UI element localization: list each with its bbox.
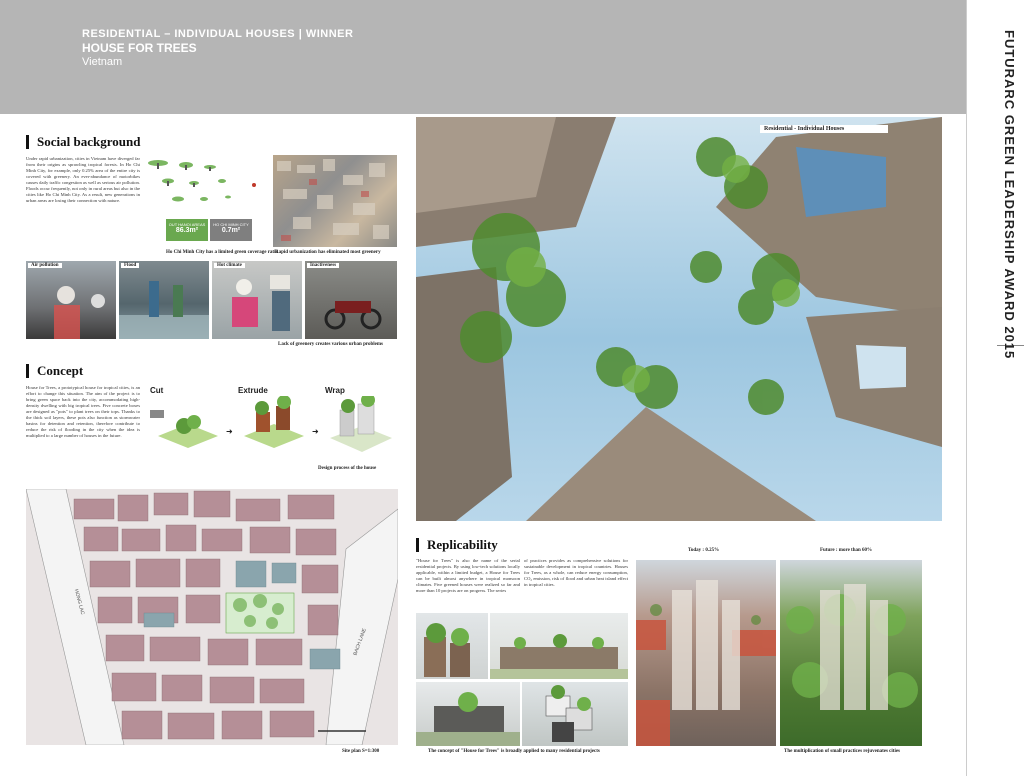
caption-design-process: Design process of the house bbox=[318, 466, 377, 471]
main-photo-label: Residential - Individual Houses bbox=[760, 125, 888, 133]
main-photo-looking-up: Residential - Individual Houses bbox=[416, 117, 942, 521]
step-extrude: Extrude bbox=[238, 386, 268, 395]
concept-text: House for Trees, a prototypical house fo… bbox=[26, 385, 140, 438]
replicability-text-col2: of practices provides as comprehensive s… bbox=[524, 558, 628, 587]
award-category: RESIDENTIAL – INDIVIDUAL HOUSES | WINNER bbox=[82, 28, 354, 40]
stat-box-hcmc: HO CHI MINH CITY 0.7m² bbox=[210, 219, 252, 241]
replicability-text-col1: "House for Trees" is also the name of th… bbox=[416, 558, 520, 593]
social-heading: Social background bbox=[26, 135, 140, 149]
replicability-heading: Replicability bbox=[416, 538, 498, 552]
project-photo-2 bbox=[490, 613, 628, 679]
photo-hot-climate: Hot climate bbox=[212, 261, 302, 339]
social-text: Under rapid urbanization, cities in Viet… bbox=[26, 156, 140, 203]
caption-concept-applied: The concept of "House for Trees" is broa… bbox=[428, 749, 600, 754]
project-photo-1 bbox=[416, 613, 488, 679]
step-wrap: Wrap bbox=[325, 386, 345, 395]
city-today-photo bbox=[636, 560, 776, 746]
award-status: WINNER bbox=[305, 28, 354, 40]
project-location: Vietnam bbox=[82, 56, 123, 68]
city-future-photo bbox=[780, 560, 922, 746]
caption-green-coverage: Ho Chi Minh City has a limited green cov… bbox=[166, 250, 278, 255]
header-band: RESIDENTIAL – INDIVIDUAL HOUSES | WINNER… bbox=[0, 0, 966, 114]
design-process-diagram: ➜ ➜ bbox=[150, 396, 392, 452]
divider-line bbox=[966, 0, 967, 776]
label-future: Future : more than 60% bbox=[820, 548, 873, 553]
city-texture bbox=[277, 159, 389, 241]
step-cut: Cut bbox=[150, 386, 164, 395]
label-today: Today : 0.25% bbox=[688, 548, 720, 553]
concept-heading: Concept bbox=[26, 364, 83, 378]
green-coverage-infographic: OUT HANOI AREAS 86.3m² HO CHI MINH CITY … bbox=[144, 155, 270, 247]
site-plan: HONG LAC BACH LANE bbox=[26, 489, 398, 745]
urban-aerial-photo bbox=[273, 155, 397, 247]
main-photo-drawing bbox=[416, 117, 942, 521]
caption-urbanization: Rapid urbanization has eliminated most g… bbox=[275, 250, 381, 255]
svg-text:➜: ➜ bbox=[226, 427, 233, 436]
photo-flood: Flood bbox=[119, 261, 209, 339]
caption-urban-problems: Lack of greenery creates various urban p… bbox=[278, 342, 383, 347]
svg-text:➜: ➜ bbox=[312, 427, 319, 436]
caption-site-plan: Site plan S=1:300 bbox=[342, 749, 380, 754]
photo-inactiveness: Inactiveness bbox=[305, 261, 397, 339]
stat-box-hanoi: OUT HANOI AREAS 86.3m² bbox=[166, 219, 208, 241]
side-award-title: FUTURARC GREEN LEADERSHIP AWARD 2015 bbox=[1002, 30, 1017, 360]
site-plan-drawing bbox=[26, 489, 398, 745]
photo-air-pollution: Air pollution bbox=[26, 261, 116, 339]
project-title: HOUSE FOR TREES bbox=[82, 41, 197, 55]
project-photo-4 bbox=[522, 682, 628, 746]
caption-multiplication: The multiplication of small practices re… bbox=[784, 749, 901, 754]
project-photo-3 bbox=[416, 682, 520, 746]
